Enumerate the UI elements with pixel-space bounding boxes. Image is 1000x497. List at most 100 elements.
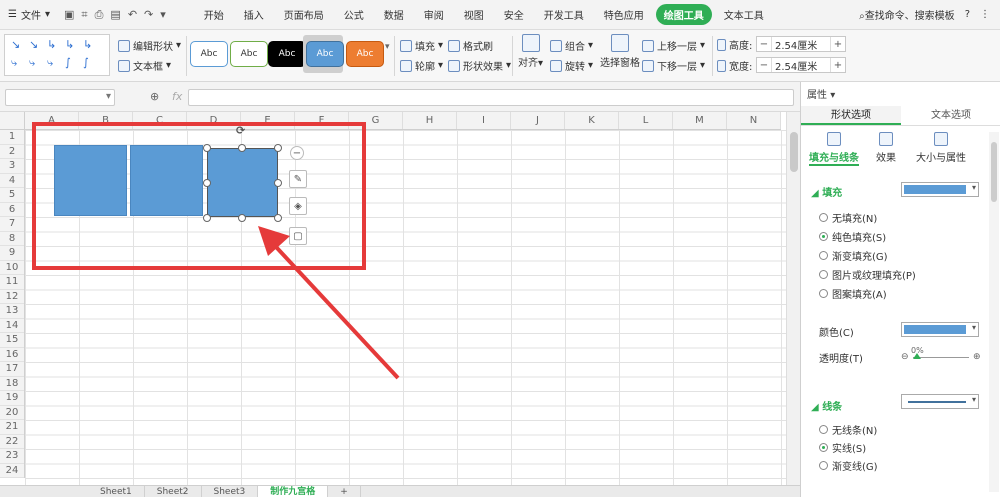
format-painter-button[interactable]: 格式刷 — [448, 38, 493, 53]
height-field[interactable]: − 2.54厘米 + — [756, 36, 846, 52]
row-header[interactable]: 5 — [0, 188, 24, 203]
arrow-line-icon[interactable]: ↘ — [11, 38, 20, 51]
more-icon[interactable]: ⋮ — [980, 9, 990, 20]
tab-features[interactable]: 特色应用 — [596, 4, 652, 25]
align-button[interactable]: 对齐▾ — [518, 34, 543, 69]
edit-shape-button[interactable]: 编辑形状 ▾ — [118, 38, 181, 53]
column-header[interactable]: J — [511, 112, 565, 129]
row-header[interactable]: 2 — [0, 145, 24, 159]
radio-no-line[interactable]: 无线条(N) — [819, 422, 877, 437]
scrollbar-thumb[interactable] — [991, 142, 997, 202]
style-more-icon[interactable]: ▾ — [385, 42, 390, 52]
shape-effects-button[interactable]: 形状效果 ▾ — [448, 58, 511, 73]
tab-page-layout[interactable]: 页面布局 — [276, 4, 332, 25]
column-header[interactable]: M — [673, 112, 727, 129]
name-box[interactable]: ▾ — [5, 89, 115, 106]
curve-connector-icon[interactable]: ∫ — [83, 56, 89, 69]
row-header[interactable]: 8 — [0, 232, 24, 246]
row-header[interactable]: 21 — [0, 420, 24, 435]
search-commands[interactable]: ⌕查找命令、搜索模板 — [859, 7, 955, 22]
redo-icon[interactable]: ↷ — [144, 8, 153, 22]
height-decrease-button[interactable]: − — [757, 39, 771, 50]
tab-text-tools[interactable]: 文本工具 — [716, 4, 772, 25]
radio-no-fill[interactable]: 无填充(N) — [819, 210, 877, 225]
pane-scrollbar[interactable] — [989, 132, 999, 492]
tab-developer[interactable]: 开发工具 — [536, 4, 592, 25]
row-header[interactable]: 18 — [0, 377, 24, 391]
row-header[interactable]: 6 — [0, 203, 24, 217]
radio-solid-line[interactable]: 实线(S) — [819, 440, 866, 455]
width-field[interactable]: − 2.54厘米 + — [756, 57, 846, 73]
row-header[interactable]: 12 — [0, 290, 24, 304]
radio-gradient-line[interactable]: 渐变线(G) — [819, 458, 878, 473]
line-style-dropdown[interactable]: ▾ — [901, 394, 979, 409]
column-header[interactable]: N — [727, 112, 781, 129]
row-header[interactable]: 20 — [0, 406, 24, 420]
row-header[interactable]: 14 — [0, 319, 24, 333]
shape-style-5[interactable]: Abc — [346, 41, 384, 67]
row-header[interactable]: 15 — [0, 333, 24, 348]
chevron-down-icon[interactable]: ▾ — [106, 91, 111, 102]
tab-data[interactable]: 数据 — [376, 4, 412, 25]
row-header[interactable]: 4 — [0, 174, 24, 188]
fill-color-dropdown[interactable]: ▾ — [901, 182, 979, 197]
row-header[interactable]: 23 — [0, 449, 24, 464]
save-icon[interactable]: ▣ — [64, 8, 74, 22]
row-header[interactable]: 24 — [0, 464, 24, 478]
row-header[interactable]: 11 — [0, 275, 24, 290]
fill-button[interactable]: 填充 ▾ — [400, 38, 443, 53]
row-header[interactable]: 7 — [0, 217, 24, 232]
plus-icon[interactable]: ⊕ — [973, 352, 981, 362]
sheet-tab-sheet2[interactable]: Sheet2 — [145, 485, 202, 497]
radio-gradient-fill[interactable]: 渐变填充(G) — [819, 248, 888, 263]
rotate-button[interactable]: 旋转 ▾ — [550, 58, 593, 73]
elbow-connector-icon[interactable]: ↳ — [65, 38, 74, 51]
add-sheet-icon[interactable]: + — [328, 485, 361, 497]
vertical-scrollbar[interactable] — [786, 112, 800, 485]
formula-input[interactable] — [188, 89, 794, 106]
shape-style-3[interactable]: Abc — [268, 41, 306, 67]
tab-review[interactable]: 审阅 — [416, 4, 452, 25]
scrollbar-thumb[interactable] — [790, 132, 798, 172]
color-dropdown[interactable]: ▾ — [901, 322, 979, 337]
row-header[interactable]: 17 — [0, 362, 24, 377]
row-header[interactable]: 16 — [0, 348, 24, 362]
column-header[interactable]: L — [619, 112, 673, 129]
print-icon[interactable]: ⎙ — [95, 8, 104, 22]
elbow-connector-icon[interactable]: ↳ — [47, 38, 56, 51]
column-header[interactable]: H — [403, 112, 457, 129]
fill-section-header[interactable]: ◢ 填充 — [811, 184, 842, 199]
chevron-down-icon[interactable]: ▾ — [160, 8, 166, 22]
row-header[interactable]: 9 — [0, 246, 24, 261]
height-value[interactable]: 2.54厘米 — [771, 37, 831, 52]
preview-icon[interactable]: ▤ — [110, 8, 120, 22]
column-header[interactable]: I — [457, 112, 511, 129]
outline-button[interactable]: 轮廓 ▾ — [400, 58, 443, 73]
shape-style-1[interactable]: Abc — [190, 41, 228, 67]
fx-icon[interactable]: fx — [172, 90, 182, 103]
sheet-tab-sheet1[interactable]: Sheet1 — [88, 485, 145, 497]
group-button[interactable]: 组合 ▾ — [550, 38, 593, 53]
selection-pane-button[interactable]: 选择窗格 — [600, 34, 640, 69]
elbow-connector-icon[interactable]: ↳ — [83, 38, 92, 51]
zoom-icon[interactable]: ⊕ — [150, 90, 159, 103]
column-header[interactable]: K — [565, 112, 619, 129]
arrow-line-icon[interactable]: ↘ — [29, 38, 38, 51]
minus-icon[interactable]: ⊖ — [901, 352, 909, 362]
tab-security[interactable]: 安全 — [496, 4, 532, 25]
pane-title[interactable]: 属性 ▾ — [807, 86, 835, 101]
width-increase-button[interactable]: + — [831, 60, 845, 71]
curve-connector-icon[interactable]: ⤷ — [47, 56, 53, 70]
transparency-slider[interactable]: 0% ⊖ ⊕ — [901, 346, 983, 364]
subtab-fill-line[interactable]: 填充与线条 — [809, 132, 859, 166]
sheet-tab-sheet3[interactable]: Sheet3 — [202, 485, 259, 497]
width-decrease-button[interactable]: − — [757, 60, 771, 71]
elbow-connector-icon[interactable]: ⤷ — [11, 56, 17, 70]
tab-drawing-tools[interactable]: 绘图工具 — [655, 4, 712, 25]
format-icon[interactable]: ⌗ — [81, 8, 87, 22]
shape-style-2[interactable]: Abc — [230, 41, 268, 67]
tab-insert[interactable]: 插入 — [236, 4, 272, 25]
help-icon[interactable]: ? — [965, 9, 970, 20]
tab-shape-options[interactable]: 形状选项 — [801, 106, 901, 125]
shape-style-4[interactable]: Abc — [306, 41, 344, 67]
